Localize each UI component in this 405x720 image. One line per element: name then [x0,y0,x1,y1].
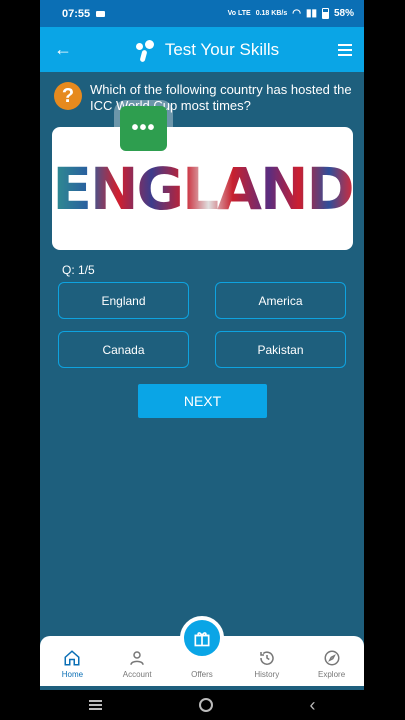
system-nav-bar: ‹ [40,690,364,720]
option-america[interactable]: America [215,282,346,319]
back-arrow-icon[interactable]: ← [54,39,74,60]
signal-icon: ▮▮ [305,8,317,19]
question-image: ENGLAND [52,127,355,250]
battery-icon [321,8,329,19]
home-circle-icon[interactable] [198,698,213,712]
home-icon [62,648,82,668]
option-england[interactable]: England [58,282,189,319]
network-speed: 0.18 KB/s [255,10,288,17]
network-label: Vo LTE [227,10,251,17]
app-title: Test Your Skills [164,39,280,59]
question-image-word: ENGLAND [52,154,354,223]
app-bar: ← Test Your Skills [40,27,364,72]
option-pakistan[interactable]: Pakistan [215,331,346,368]
menu-icon[interactable] [338,43,352,56]
nav-home[interactable]: Home [42,648,102,679]
camera-icon [96,10,106,17]
question-row: ? Which of the following country has hos… [40,72,364,114]
compass-icon [322,648,342,668]
battery-level: 58% [333,8,354,19]
nav-explore[interactable]: Explore [302,648,362,679]
chat-bubble-icon[interactable]: ••• [120,106,167,151]
nav-history-label: History [254,670,280,679]
gift-icon[interactable] [180,616,224,660]
wifi-icon: ◠ [292,8,301,19]
nav-history[interactable]: History [237,648,297,679]
nav-account-label: Account [122,670,152,679]
brand: Test Your Skills [133,37,279,63]
status-time: 07:55 [62,7,91,20]
nav-home-label: Home [61,670,84,679]
question-mark-icon: ? [54,82,82,110]
nav-offers-label: Offers [191,670,213,679]
question-counter: Q: 1/5 [62,263,95,277]
telenor-logo-icon [133,37,159,63]
next-button[interactable]: NEXT [138,384,267,418]
option-canada[interactable]: Canada [58,331,189,368]
recents-icon[interactable] [88,700,102,710]
nav-account[interactable]: Account [107,648,167,679]
nav-explore-label: Explore [318,670,346,679]
account-icon [127,648,147,668]
status-bar: 07:55 Vo LTE 0.18 KB/s ◠ ▮▮ 58% [40,0,364,27]
phone-screen: 07:55 Vo LTE 0.18 KB/s ◠ ▮▮ 58% ← Test Y… [40,0,364,690]
back-chevron-icon[interactable]: ‹ [310,695,316,716]
history-icon [257,648,277,668]
